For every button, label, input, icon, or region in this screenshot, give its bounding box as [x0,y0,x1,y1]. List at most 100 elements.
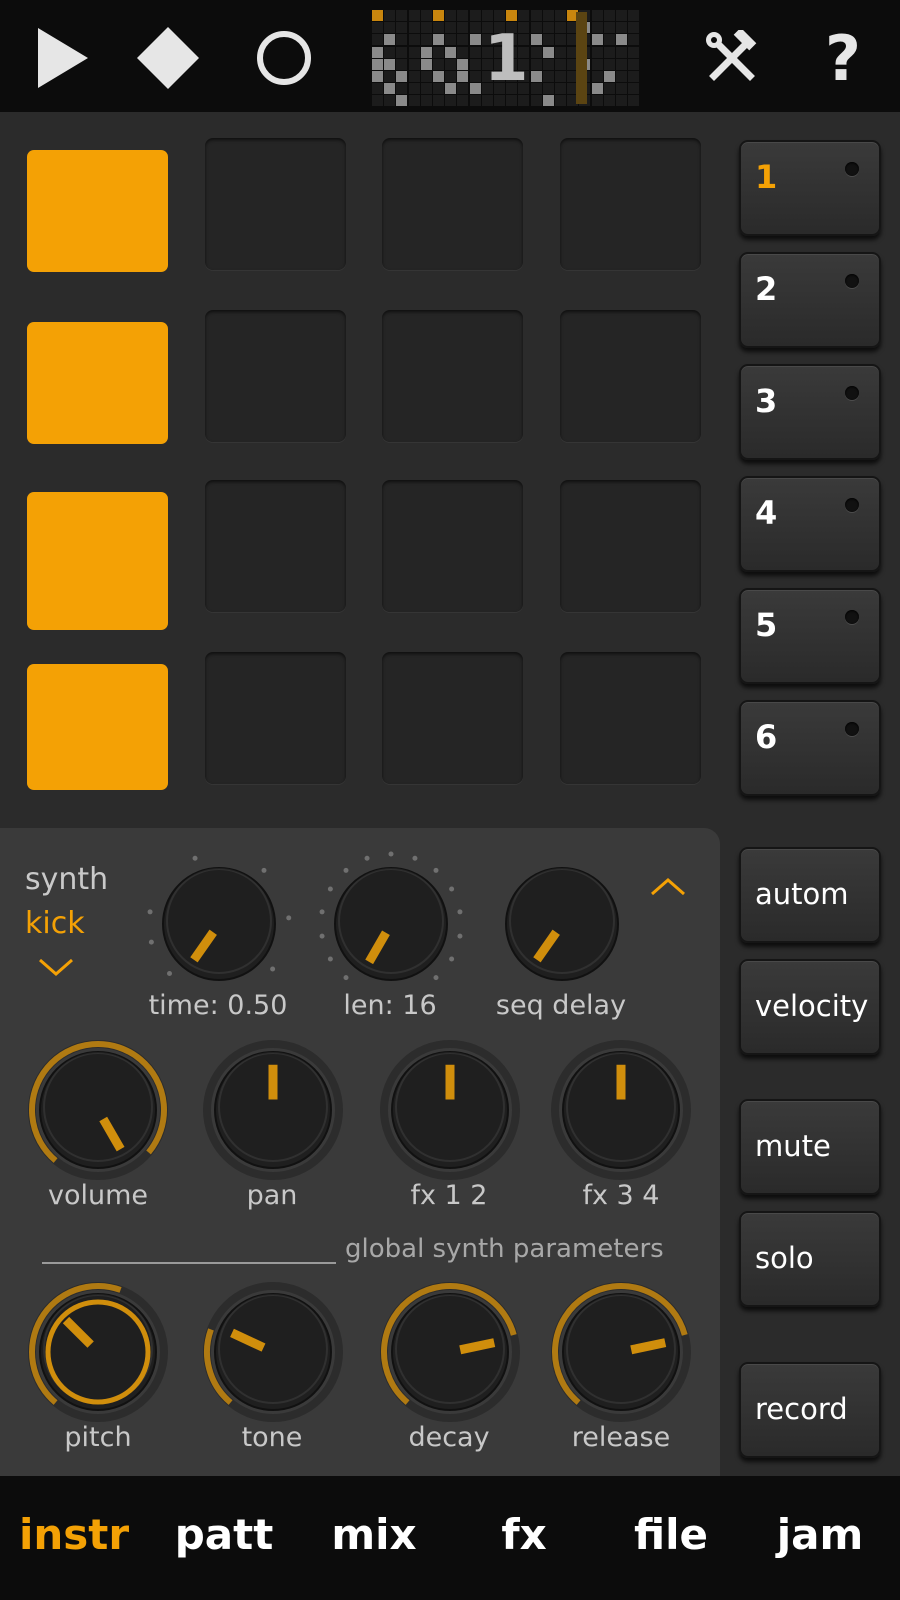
lcd-dot [433,71,444,82]
lcd-dot [628,95,640,107]
instrument-name[interactable]: kick [25,906,85,941]
lcd-dot [396,34,408,46]
record-toggle-button[interactable] [244,20,324,96]
lcd-dot [433,10,444,21]
lcd-dot [445,83,457,95]
pad-r1-c1[interactable] [27,150,168,272]
lcd-dot [603,95,615,107]
lcd-dot [384,95,396,107]
track-button-2[interactable]: 2 [739,252,881,348]
autom-button[interactable]: autom [739,847,881,943]
tools-button[interactable] [692,20,772,96]
lcd-dot [396,95,408,107]
track-button-3[interactable]: 3 [739,364,881,460]
pitch-label: pitch [64,1422,132,1453]
velocity-button[interactable]: velocity [739,959,881,1055]
pad-r2-c1[interactable] [27,322,168,444]
track-led-icon [845,386,859,400]
pad-r4-c2[interactable] [205,652,346,784]
pad-r4-c3[interactable] [382,652,523,784]
tab-instr[interactable]: instr [0,1510,149,1559]
lcd-dot [542,71,554,82]
lcd-dot [469,83,481,95]
tone-label: tone [241,1422,303,1453]
track-button-1[interactable]: 1 [739,140,881,236]
lcd-dot [494,95,505,107]
pad-r3-c3[interactable] [382,480,523,612]
solo-label: solo [755,1241,814,1275]
lcd-dot [628,10,640,21]
lcd-dot [542,95,554,107]
lcd-dot [506,10,518,21]
track-button-4[interactable]: 4 [739,476,881,572]
tone-knob[interactable] [193,1272,353,1432]
lcd-dot [628,71,640,82]
tab-patt[interactable]: patt [149,1510,299,1559]
lcd-dot [530,71,542,82]
fx34-knob[interactable] [541,1030,701,1190]
tab-fx[interactable]: fx [449,1510,599,1559]
lcd-dot [420,58,432,70]
lcd-dot [530,58,542,70]
lcd-dot [372,10,383,21]
lcd-dot [530,34,542,46]
decay-knob[interactable] [370,1272,530,1432]
track-button-5[interactable]: 5 [739,588,881,684]
lcd-dot [408,58,420,70]
play-button[interactable] [22,20,102,96]
seq-delay-knob[interactable] [484,846,640,1002]
divider [42,1262,336,1264]
lcd-dot [433,95,444,107]
lcd-dot [445,71,457,82]
chevron-up-icon[interactable] [648,876,688,898]
tab-mix[interactable]: mix [299,1510,449,1559]
pitch-knob[interactable] [18,1272,178,1432]
stop-button[interactable] [128,20,208,96]
lcd-dot [384,10,396,21]
track-led-icon [845,722,859,736]
lcd-dot [530,95,542,107]
lcd-dot [457,58,469,70]
len-knob[interactable] [313,846,469,1002]
pad-r1-c2[interactable] [205,138,346,270]
tab-jam[interactable]: jam [745,1510,895,1559]
lcd-dot [420,10,432,21]
pad-r2-c4[interactable] [560,310,701,442]
pad-r4-c4[interactable] [560,652,701,784]
pad-r3-c2[interactable] [205,480,346,612]
lcd-dot [445,22,457,34]
lcd-dot [481,10,493,21]
fx12-knob[interactable] [370,1030,530,1190]
lcd-dot [420,83,432,95]
volume-knob[interactable] [18,1030,178,1190]
pad-r1-c3[interactable] [382,138,523,270]
pan-knob[interactable] [193,1030,353,1190]
release-knob[interactable] [541,1272,701,1432]
mute-button[interactable]: mute [739,1099,881,1195]
tab-file[interactable]: file [596,1510,746,1559]
pad-r3-c1[interactable] [27,492,168,630]
lcd-dot [542,34,554,46]
pad-r3-c4[interactable] [560,480,701,612]
track-number: 3 [755,382,778,420]
lcd-dot [506,95,518,107]
time-knob[interactable] [141,846,297,1002]
track-button-6[interactable]: 6 [739,700,881,796]
solo-button[interactable]: solo [739,1211,881,1307]
lcd-dot [591,34,603,46]
pattern-display[interactable]: 1 [372,8,642,108]
pad-r1-c4[interactable] [560,138,701,270]
lcd-dot [616,22,627,34]
pad-r2-c2[interactable] [205,310,346,442]
pad-r4-c1[interactable] [27,664,168,790]
record-button[interactable]: record [739,1362,881,1458]
lcd-dot [469,46,481,58]
lcd-dot [628,58,640,70]
help-button[interactable]: ? [803,20,883,96]
lcd-dot [555,46,566,58]
chevron-down-icon[interactable] [36,956,76,978]
lcd-dot [469,22,481,34]
pad-r2-c3[interactable] [382,310,523,442]
lcd-dot [530,83,542,95]
lcd-dot [591,83,603,95]
